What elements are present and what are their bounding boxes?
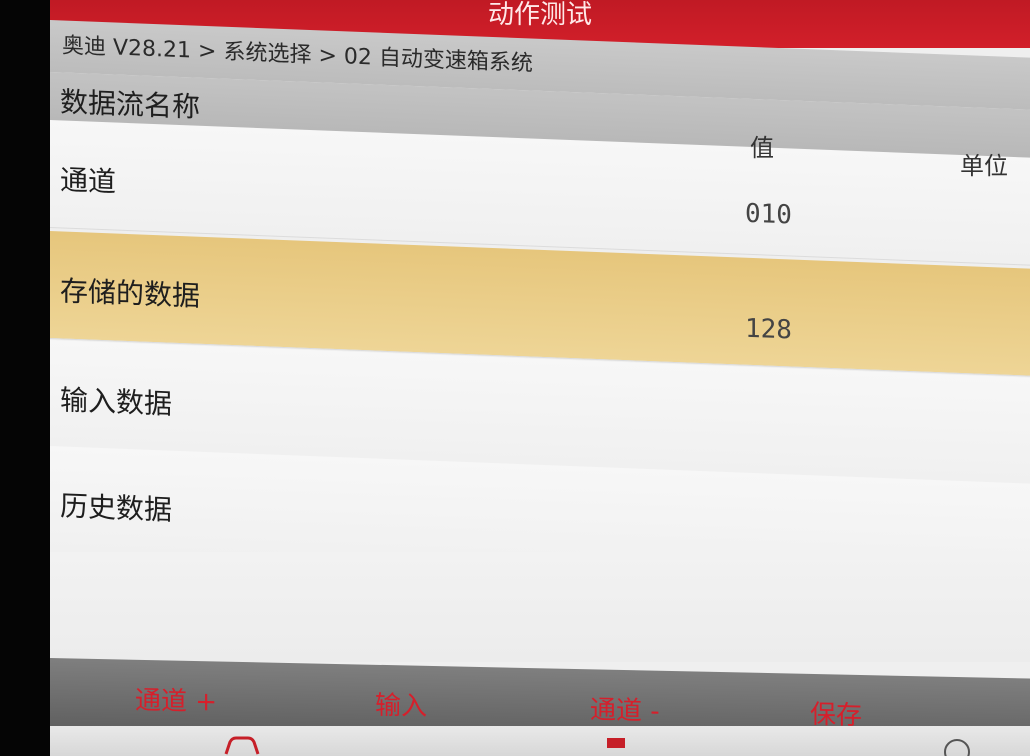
device-bezel — [0, 0, 50, 756]
row-name: 历史数据 — [60, 489, 173, 527]
channel-minus-button[interactable]: 通道 - — [590, 689, 660, 727]
column-header-unit: 单位 — [960, 152, 1008, 180]
nav-bar — [50, 726, 1030, 756]
row-name: 通道 — [60, 163, 117, 199]
info-icon[interactable] — [935, 734, 979, 756]
row-value: 128 — [745, 313, 792, 346]
car-icon[interactable] — [220, 734, 264, 756]
row-name: 输入数据 — [60, 383, 173, 421]
row-value: 010 — [745, 198, 792, 231]
channel-plus-button[interactable]: 通道 + — [135, 680, 217, 719]
column-header-value: 值 — [750, 134, 774, 162]
table-empty-area — [50, 552, 1030, 662]
app-screen: 动作测试 奥迪 V28.21 > 系统选择 > 02 自动变速箱系统 数据流名称… — [50, 0, 1030, 756]
row-name: 存储的数据 — [60, 274, 201, 313]
page-title: 动作测试 — [487, 0, 592, 30]
red-home-icon[interactable] — [595, 734, 639, 756]
input-button[interactable]: 输入 — [375, 685, 427, 723]
column-header-name: 数据流名称 — [60, 85, 201, 124]
